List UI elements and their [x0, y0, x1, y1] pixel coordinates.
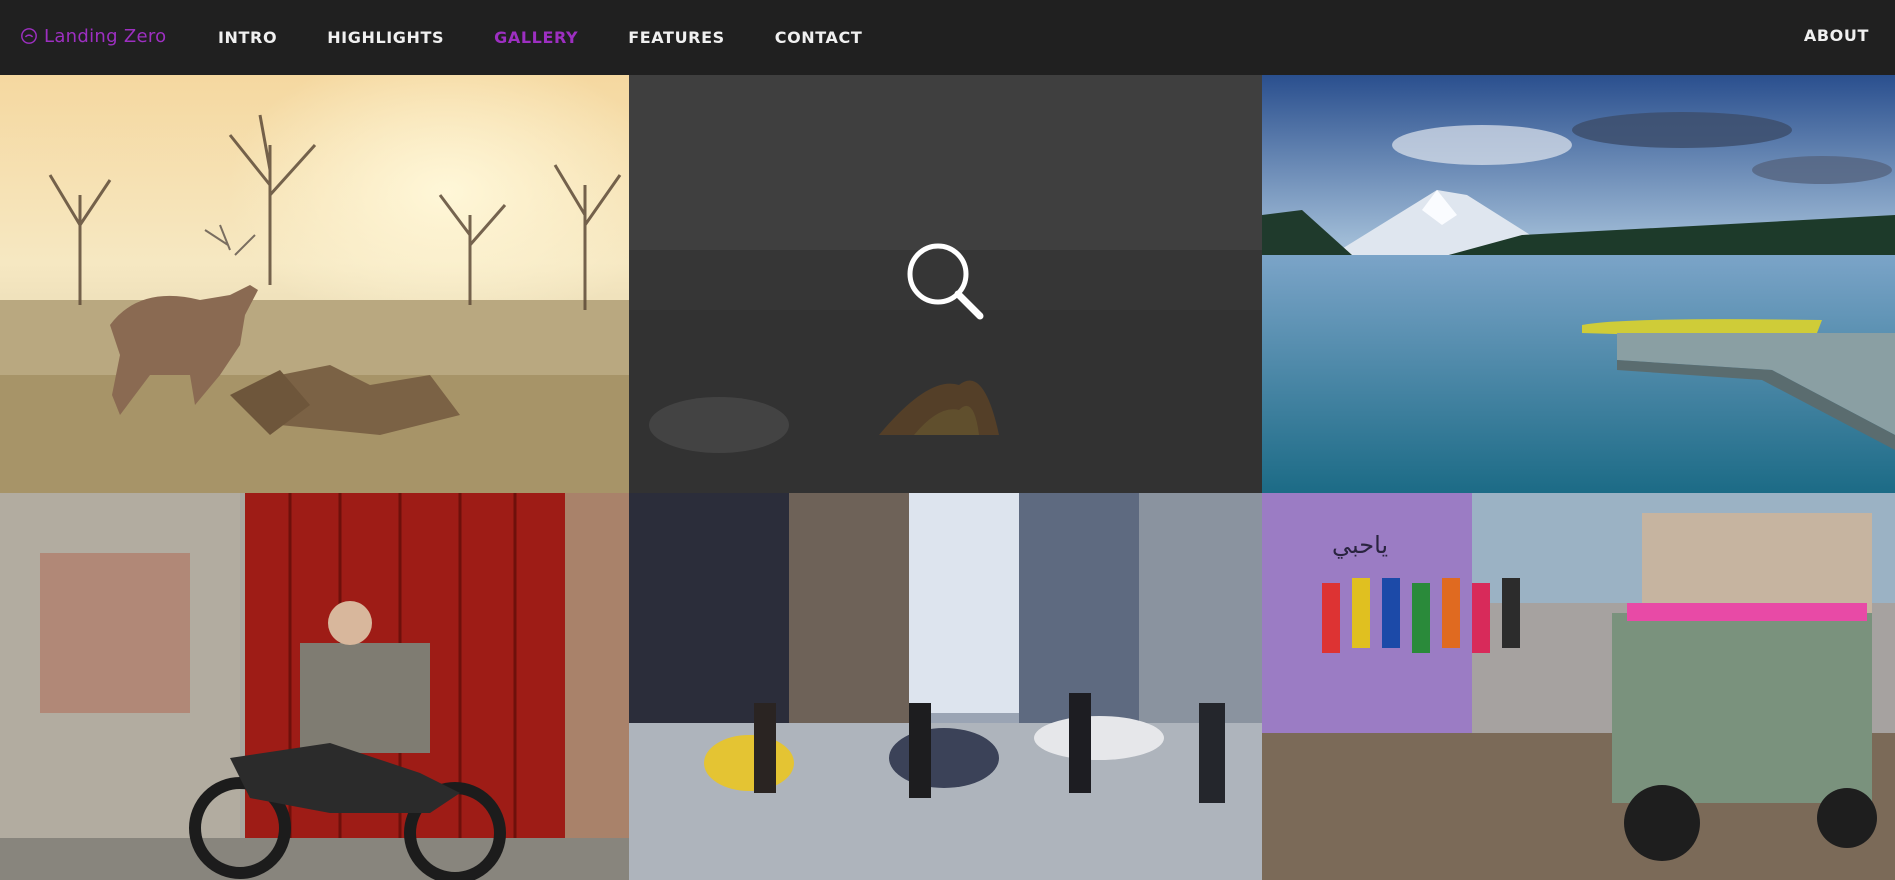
brand-text: Landing Zero	[44, 25, 167, 47]
gallery-item-lake[interactable]	[1262, 75, 1895, 493]
nav-features[interactable]: FEATURES	[628, 28, 724, 47]
mountain-lake-dock-photo	[1262, 75, 1895, 493]
gallery-grid: ياحبي	[0, 75, 1895, 880]
logo-icon	[21, 28, 37, 44]
nav-highlights[interactable]: HIGHLIGHTS	[327, 28, 444, 47]
brand-logo[interactable]: Landing Zero	[20, 24, 166, 48]
top-nav: Landing Zero INTRO HIGHLIGHTS GALLERY FE…	[0, 0, 1895, 75]
gallery-item-deer[interactable]	[0, 75, 629, 493]
deer-photo	[0, 75, 629, 493]
nav-gallery[interactable]: GALLERY	[494, 28, 578, 47]
nav-intro[interactable]: INTRO	[218, 28, 277, 47]
gallery-item-market[interactable]: ياحبي	[1262, 493, 1895, 880]
gallery-item-beach[interactable]	[629, 75, 1262, 493]
nav-contact[interactable]: CONTACT	[775, 28, 863, 47]
motorcycle-red-door-photo	[0, 493, 629, 880]
main-menu: INTRO HIGHLIGHTS GALLERY FEATURES CONTAC…	[218, 0, 912, 75]
zoom-search-icon[interactable]	[905, 241, 985, 321]
gallery-item-motorcycle[interactable]	[0, 493, 629, 880]
nav-about[interactable]: ABOUT	[1804, 26, 1869, 45]
city-street-crosswalk-photo	[629, 493, 1262, 880]
gallery-item-city[interactable]	[629, 493, 1262, 880]
market-tuk-tuk-photo: ياحبي	[1262, 493, 1895, 880]
market-sign-text: ياحبي	[1332, 531, 1388, 559]
